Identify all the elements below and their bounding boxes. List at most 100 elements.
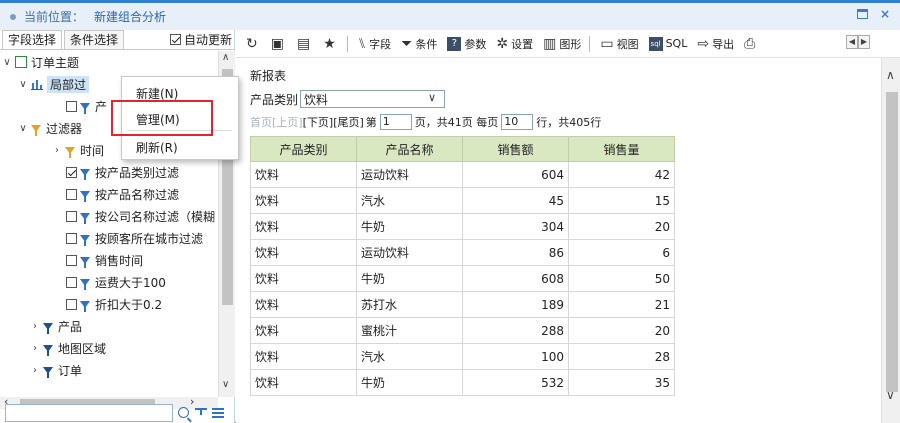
filter-icon — [80, 234, 90, 246]
table-cell: 189 — [462, 291, 569, 318]
table-cell: 304 — [462, 213, 569, 240]
tree-node-group[interactable]: › 地图区域 — [30, 337, 106, 359]
last-page-link[interactable]: [尾页] — [333, 114, 364, 130]
checkbox[interactable] — [66, 298, 77, 310]
list-view-icon[interactable] — [212, 407, 224, 418]
scroll-up-icon[interactable]: ∧ — [886, 68, 895, 82]
checkbox[interactable] — [66, 232, 77, 244]
scroll-down-icon[interactable]: ∨ — [886, 388, 895, 402]
checkbox[interactable] — [66, 188, 77, 200]
save-button[interactable]: ▣ — [271, 36, 287, 52]
tree-node-filters[interactable]: ∨ 过滤器 — [18, 117, 82, 139]
tree-node-local-filter[interactable]: ∨ 局部过 — [18, 73, 90, 95]
checkbox[interactable] — [66, 276, 77, 288]
column-header[interactable]: 产品名称 — [356, 136, 463, 162]
scroll-down-icon[interactable]: ∨ — [222, 379, 229, 390]
tree-node-label: 按顾客所在城市过滤 — [95, 231, 204, 246]
column-header[interactable]: 产品类别 — [250, 136, 357, 162]
condition-button[interactable]: ⏷ 条件 — [401, 36, 437, 52]
chart-icon: ▥ — [543, 35, 557, 52]
refresh-icon: ↻ — [246, 35, 258, 52]
print-button[interactable]: ⎙ — [744, 36, 758, 52]
save-as-button[interactable]: ▤ — [297, 36, 313, 52]
column-header[interactable]: 销售额 — [462, 136, 569, 162]
maximize-button[interactable] — [857, 9, 868, 19]
tab-field-select[interactable]: 字段选择 — [2, 30, 63, 49]
tree-node-time[interactable]: › 时间 — [52, 139, 104, 161]
column-header[interactable]: 销售量 — [568, 136, 675, 162]
tree-item[interactable]: 按公司名称过滤（模糊 — [66, 205, 215, 227]
tree-node-local-child[interactable]: 产 — [66, 95, 107, 117]
star-icon: ★ — [323, 35, 336, 52]
tree-item[interactable]: 折扣大于0.2 — [66, 293, 162, 315]
filter-group-icon — [43, 322, 53, 334]
prev-page-link[interactable]: [上页] — [272, 114, 303, 130]
chevron-down-icon[interactable]: ∨ — [18, 123, 28, 134]
checkbox[interactable] — [66, 210, 77, 222]
tree-node-group[interactable]: › 产品 — [30, 315, 82, 337]
checkbox[interactable] — [66, 100, 77, 112]
first-page-link[interactable]: 首页 — [250, 114, 272, 130]
table-row: 饮料 苏打水 189 21 — [250, 291, 675, 318]
table-row: 饮料 蜜桃汁 288 20 — [250, 317, 675, 344]
settings-button[interactable]: ✲ 设置 — [496, 36, 533, 52]
chevron-down-icon[interactable]: ∨ — [18, 79, 28, 90]
export-button-label: 导出 — [712, 37, 735, 51]
tree-node-root[interactable]: ∨ 订单主题 — [2, 51, 79, 73]
report-vertical-scrollbar[interactable]: ∧ ∨ — [881, 58, 900, 423]
tree-search-input[interactable] — [5, 403, 173, 422]
table-cell: 饮料 — [250, 343, 357, 370]
tree-item[interactable]: 运费大于100 — [66, 271, 166, 293]
tree-item[interactable]: 按顾客所在城市过滤 — [66, 227, 203, 249]
chevron-down-icon[interactable]: ∨ — [2, 57, 12, 68]
favorite-button[interactable]: ★ — [323, 36, 339, 52]
filter-icon — [80, 256, 90, 268]
search-icon[interactable] — [178, 407, 189, 418]
scroll-thumb[interactable] — [886, 92, 898, 392]
auto-update-checkbox[interactable] — [169, 34, 181, 45]
chevron-right-icon[interactable]: › — [30, 343, 40, 354]
tree-item[interactable]: 按产品名称过滤 — [66, 183, 179, 205]
field-button[interactable]: ⑊ 字段 — [358, 36, 391, 52]
category-filter-select[interactable]: 饮料 — [300, 90, 446, 108]
tree-node-label: 按公司名称过滤（模糊 — [95, 209, 216, 224]
rows-per-page-input[interactable]: 10 — [501, 114, 534, 130]
next-page-link[interactable]: [下页] — [303, 114, 334, 130]
chart-button[interactable]: ▥ 图形 — [543, 36, 581, 52]
sql-button[interactable]: sql SQL — [648, 36, 687, 51]
checkbox[interactable] — [66, 254, 77, 266]
param-button[interactable]: ? 参数 — [447, 36, 486, 52]
toolbar-scroll-right-icon[interactable]: ▶ — [858, 35, 870, 49]
table-row: 饮料 汽水 45 15 — [250, 187, 675, 214]
tree-node-label: 局部过 — [47, 75, 90, 93]
close-button[interactable]: × — [878, 7, 892, 21]
condition-icon: ⏷ — [401, 35, 413, 52]
table-cell: 20 — [568, 213, 675, 240]
chevron-right-icon[interactable]: › — [30, 365, 40, 376]
tab-condition-select[interactable]: 条件选择 — [64, 30, 125, 49]
report-table: 产品类别 产品名称 销售额 销售量 饮料 运动饮料 604 42 饮料 汽水 45 15 饮… — [250, 136, 675, 396]
chevron-right-icon[interactable]: › — [30, 321, 40, 332]
tree-item[interactable]: 销售时间 — [66, 249, 143, 271]
checkbox[interactable] — [66, 166, 77, 178]
chart-icon — [31, 78, 43, 90]
view-button[interactable]: ▭ 视图 — [600, 36, 638, 52]
menu-item-refresh[interactable]: 刷新(R) — [136, 139, 178, 156]
report-title: 新报表 — [250, 69, 287, 83]
chevron-right-icon[interactable]: › — [52, 145, 62, 156]
table-cell: 牛奶 — [356, 213, 463, 240]
refresh-button[interactable]: ↻ — [246, 36, 261, 52]
export-button[interactable]: ⇨ 导出 — [697, 36, 734, 52]
page-number-input[interactable]: 1 — [379, 114, 412, 130]
scroll-up-icon[interactable]: ∧ — [222, 52, 229, 63]
tree-view-icon[interactable] — [195, 407, 207, 418]
tree-node-label: 时间 — [80, 143, 105, 158]
tree-item[interactable]: 按产品类别过滤 — [66, 161, 179, 183]
toolbar-scroll-left-icon[interactable]: ◀ — [846, 35, 858, 49]
gear-icon: ✲ — [496, 35, 509, 52]
page-title[interactable]: 新建组合分析 — [94, 8, 166, 25]
auto-update-toggle[interactable]: 自动更新 — [169, 30, 234, 49]
report-area: 新报表 产品类别 饮料 首页 [上页] [下页] [尾页] 第 1 页，共41页… — [236, 58, 881, 423]
tree-node-group[interactable]: › 订单 — [30, 359, 82, 381]
filter-icon — [80, 212, 90, 224]
